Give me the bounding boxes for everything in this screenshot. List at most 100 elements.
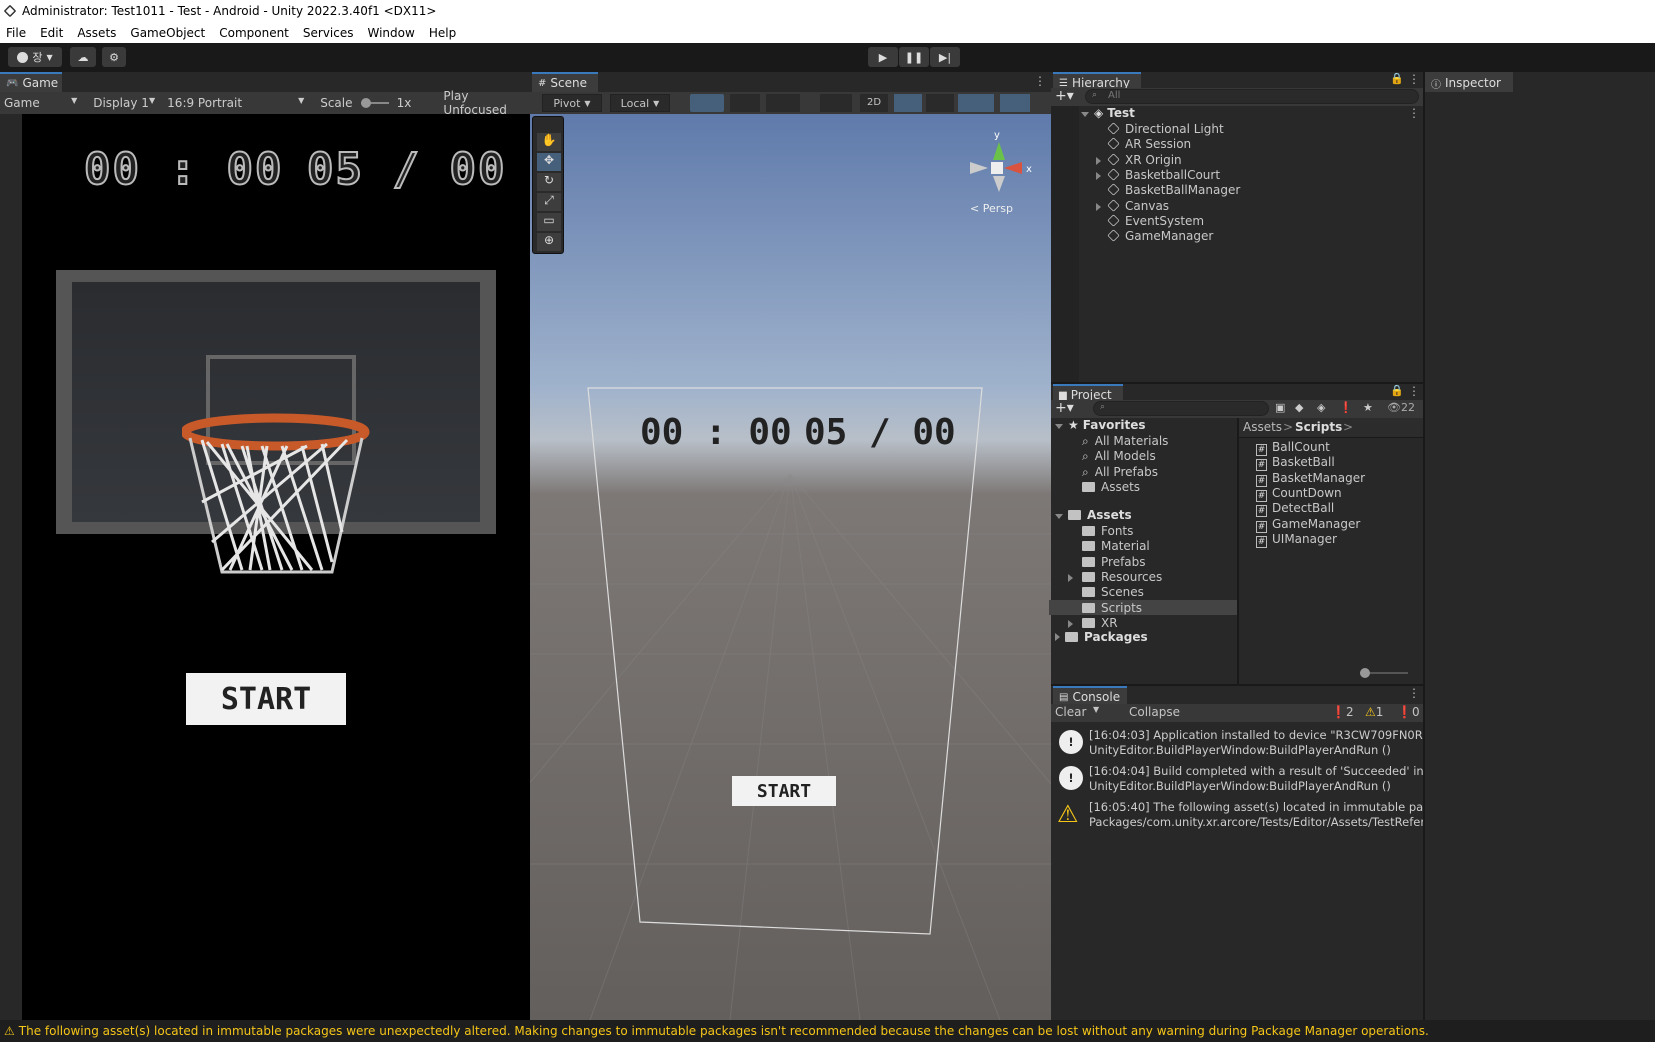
hierarchy-item[interactable]: Canvas <box>1096 199 1169 213</box>
script-item[interactable]: # BasketManager <box>1256 471 1365 487</box>
expand-arrow-icon[interactable] <box>1096 171 1101 180</box>
hierarchy-item[interactable]: EventSystem <box>1107 214 1204 228</box>
transform-tool-icon[interactable]: ⊕ <box>537 233 561 251</box>
rect-tool-icon[interactable]: ▭ <box>537 213 561 231</box>
toggle-2d-button[interactable]: 2D <box>860 94 888 112</box>
console-entry[interactable]: ⚠ [16:05:40] The following asset(s) locat… <box>1053 798 1423 832</box>
lighting-toggle[interactable] <box>894 94 922 112</box>
menu-window[interactable]: Window <box>368 26 415 40</box>
folder-item[interactable]: Resources <box>1068 570 1162 584</box>
hierarchy-item[interactable]: XR Origin <box>1096 153 1182 167</box>
info-filter-button[interactable]: ❗2 <box>1331 705 1354 719</box>
folder-item[interactable]: Fonts <box>1082 524 1133 538</box>
pause-button[interactable]: ❚❚ <box>899 47 929 67</box>
hierarchy-item[interactable]: GameManager <box>1107 229 1213 243</box>
menu-gameobject[interactable]: GameObject <box>130 26 205 40</box>
folder-item[interactable]: Prefabs <box>1082 555 1146 569</box>
tab-scene[interactable]: # Scene <box>532 72 598 92</box>
folder-item[interactable]: Material <box>1082 539 1150 553</box>
script-item[interactable]: # BasketBall <box>1256 455 1335 472</box>
favorite-item[interactable]: ⌕ All Prefabs <box>1082 465 1158 480</box>
orientation-gizmo[interactable]: y x <box>966 124 1032 194</box>
favorite-item[interactable]: Assets <box>1082 480 1140 494</box>
collab-button[interactable]: ⚙ <box>102 47 126 67</box>
script-item[interactable]: # BallCount <box>1256 440 1330 456</box>
console-collapse-button[interactable]: Collapse <box>1129 705 1180 719</box>
cloud-button[interactable]: ☁ <box>70 47 96 67</box>
warning-filter-button[interactable]: ⚠1 <box>1365 705 1383 719</box>
favorites-header[interactable]: ★ Favorites <box>1055 418 1145 432</box>
scene-viewport[interactable]: ✋ ✥ ↻ ⤢ ▭ ⊕ y x < Persp 00 : 00 05 / 00 … <box>530 114 1051 1020</box>
hierarchy-item[interactable]: Directional Light <box>1107 122 1224 136</box>
local-dropdown[interactable]: Local ▼ <box>610 94 670 112</box>
hidden-objects-toggle[interactable] <box>1000 94 1030 112</box>
account-button[interactable]: 장 ▼ <box>8 47 62 67</box>
expand-arrow-icon[interactable] <box>1068 573 1073 582</box>
aspect-dropdown[interactable]: 16:9 Portrait ▼ <box>161 96 312 110</box>
scene-root-item[interactable]: ◈ Test <box>1081 106 1135 120</box>
script-item[interactable]: # CountDown <box>1256 486 1342 502</box>
breadcrumb-assets[interactable]: Assets <box>1243 420 1282 434</box>
tab-inspector[interactable]: ⓘ Inspector <box>1425 72 1513 92</box>
menu-services[interactable]: Services <box>303 26 354 40</box>
chevron-down-icon[interactable]: ▼ <box>1093 705 1099 714</box>
display-dropdown[interactable]: Display 1 ▼ <box>85 96 161 110</box>
persp-label[interactable]: < Persp <box>970 202 1013 215</box>
grid-snap-button[interactable] <box>690 94 724 112</box>
scale-slider[interactable] <box>360 98 389 108</box>
label-icon[interactable]: ◈ <box>1317 401 1325 414</box>
add-icon[interactable]: +▾ <box>1055 400 1074 416</box>
game-start-button[interactable]: START <box>186 673 346 725</box>
assets-header[interactable]: Assets <box>1055 508 1132 522</box>
favorite-item[interactable]: ⌕ All Materials <box>1082 434 1168 449</box>
star-icon[interactable]: ★ <box>1363 401 1373 414</box>
icon-size-slider[interactable] <box>1360 668 1408 678</box>
menu-file[interactable]: File <box>6 26 26 40</box>
audio-toggle[interactable] <box>926 94 954 112</box>
tab-game[interactable]: 🎮 Game <box>0 72 62 92</box>
project-menu-icon[interactable]: ⋮ <box>1408 384 1420 398</box>
script-item[interactable]: # GameManager <box>1256 517 1360 533</box>
status-bar[interactable]: ⚠ The following asset(s) located in immu… <box>0 1020 1655 1042</box>
hierarchy-item[interactable]: AR Session <box>1107 137 1191 151</box>
search-by-type-icon[interactable]: ▣ <box>1275 401 1285 414</box>
breadcrumb-scripts[interactable]: Scripts <box>1295 420 1342 434</box>
scene-menu-icon[interactable]: ⋮ <box>1034 74 1046 88</box>
hidden-count[interactable]: 👁22 <box>1387 401 1415 414</box>
folder-item[interactable]: Scripts <box>1082 601 1142 615</box>
play-mode-dropdown[interactable]: Play Unfocused <box>443 89 530 117</box>
snap-settings-button[interactable] <box>766 94 800 112</box>
script-item[interactable]: # DetectBall <box>1256 501 1334 518</box>
hand-tool-icon[interactable]: ✋ <box>537 133 561 151</box>
tab-console[interactable]: ▤ Console <box>1053 686 1127 706</box>
hierarchy-menu-icon[interactable]: ⋮ <box>1408 72 1420 86</box>
effects-toggle[interactable] <box>958 94 994 112</box>
menu-component[interactable]: Component <box>219 26 289 40</box>
game-view[interactable]: 00 : 00 05 / 00 START <box>22 114 530 1020</box>
add-icon[interactable]: +▾ <box>1055 88 1074 104</box>
filter-icon[interactable]: ◆ <box>1295 401 1303 414</box>
lock-icon[interactable]: 🔒 <box>1390 384 1404 397</box>
folder-item[interactable]: XR <box>1068 616 1118 630</box>
menu-edit[interactable]: Edit <box>40 26 63 40</box>
console-entry[interactable]: ! [16:04:04] Build completed with a resul… <box>1053 762 1423 796</box>
rotate-tool-icon[interactable]: ↻ <box>537 173 561 191</box>
script-item[interactable]: # UIManager <box>1256 532 1337 548</box>
alert-icon[interactable]: ❗ <box>1339 401 1353 414</box>
move-tool-icon[interactable]: ✥ <box>537 153 561 171</box>
hierarchy-item[interactable]: BasketballCourt <box>1096 168 1220 182</box>
play-button[interactable]: ▶ <box>868 47 898 67</box>
console-menu-icon[interactable]: ⋮ <box>1408 686 1420 700</box>
scene-start-button[interactable]: START <box>732 776 836 806</box>
expand-arrow-icon[interactable] <box>1068 619 1073 628</box>
expand-arrow-icon[interactable] <box>1096 202 1101 211</box>
hierarchy-item[interactable]: BasketBallManager <box>1107 183 1240 197</box>
step-button[interactable]: ▶| <box>930 47 960 67</box>
shading-mode-button[interactable] <box>820 94 852 112</box>
menu-assets[interactable]: Assets <box>77 26 116 40</box>
hierarchy-search-input[interactable]: ⌕ All <box>1085 89 1419 104</box>
console-entry[interactable]: ! [16:04:03] Application installed to dev… <box>1053 726 1423 760</box>
favorite-item[interactable]: ⌕ All Models <box>1082 449 1156 464</box>
console-clear-button[interactable]: Clear <box>1055 705 1086 719</box>
menu-help[interactable]: Help <box>429 26 456 40</box>
